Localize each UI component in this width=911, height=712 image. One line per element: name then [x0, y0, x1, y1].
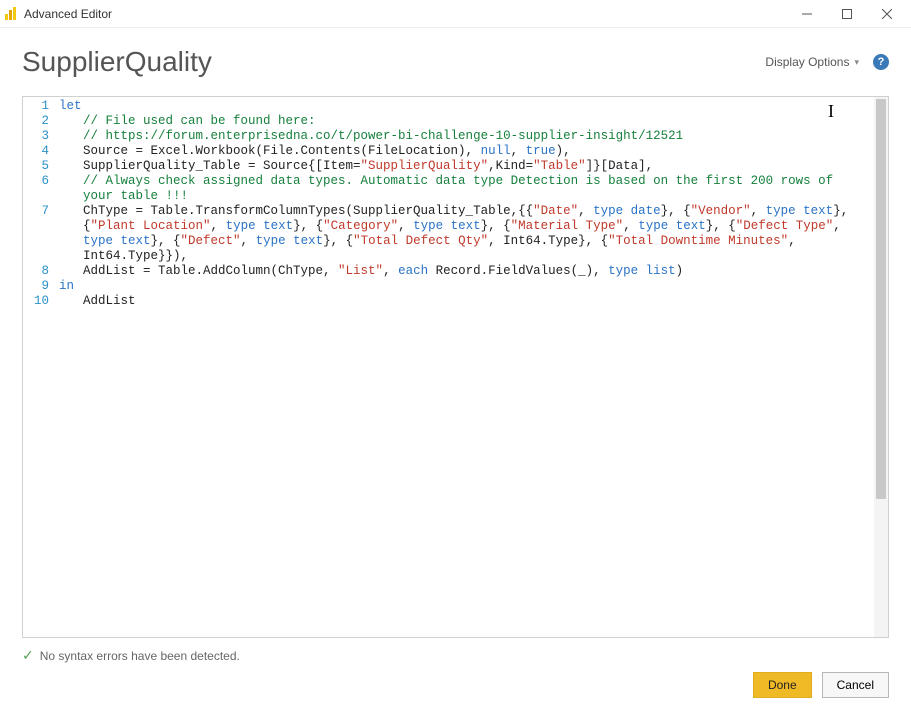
- display-options-label: Display Options: [765, 55, 849, 69]
- window-maximize-button[interactable]: [827, 0, 867, 28]
- cancel-label: Cancel: [837, 678, 874, 692]
- code-line: 6 // Always check assigned data types. A…: [23, 174, 874, 204]
- line-number: 3: [23, 129, 59, 144]
- query-name: SupplierQuality: [22, 46, 212, 78]
- header: SupplierQuality Display Options ▾ ?: [0, 28, 911, 88]
- code-area[interactable]: 1 let 2 // File used can be found here: …: [23, 97, 874, 311]
- cancel-button[interactable]: Cancel: [822, 672, 889, 698]
- window-minimize-button[interactable]: [787, 0, 827, 28]
- code-editor[interactable]: I 1 let 2 // File used can be found here…: [22, 96, 889, 638]
- line-number: 9: [23, 279, 59, 294]
- help-icon[interactable]: ?: [873, 54, 889, 70]
- code-line: 9 in: [23, 279, 874, 294]
- line-number: 10: [23, 294, 59, 309]
- line-number: 4: [23, 144, 59, 159]
- line-number: 8: [23, 264, 59, 279]
- scrollbar-thumb[interactable]: [876, 99, 886, 499]
- window-close-button[interactable]: [867, 0, 907, 28]
- code-line: 2 // File used can be found here:: [23, 114, 874, 129]
- display-options-dropdown[interactable]: Display Options ▾: [765, 55, 859, 69]
- check-icon: ✓: [22, 647, 34, 664]
- code-line: 8 AddList = Table.AddColumn(ChType, "Lis…: [23, 264, 874, 279]
- code-line: 4 Source = Excel.Workbook(File.Contents(…: [23, 144, 874, 159]
- chevron-down-icon: ▾: [854, 57, 859, 68]
- window-title: Advanced Editor: [24, 7, 112, 21]
- line-number: 5: [23, 159, 59, 174]
- footer: Done Cancel: [753, 672, 889, 698]
- text-cursor-icon: I: [828, 101, 834, 122]
- line-number: 7: [23, 204, 59, 219]
- done-button[interactable]: Done: [753, 672, 812, 698]
- line-number: 6: [23, 174, 59, 189]
- status-message: No syntax errors have been detected.: [40, 649, 240, 663]
- code-line: 10 AddList: [23, 294, 874, 309]
- code-line: 5 SupplierQuality_Table = Source{[Item="…: [23, 159, 874, 174]
- status-bar: ✓ No syntax errors have been detected.: [22, 647, 240, 664]
- titlebar: Advanced Editor: [0, 0, 911, 28]
- line-number: 2: [23, 114, 59, 129]
- code-line: 1 let: [23, 99, 874, 114]
- code-line: 3 // https://forum.enterprisedna.co/t/po…: [23, 129, 874, 144]
- code-line: 7 ChType = Table.TransformColumnTypes(Su…: [23, 204, 874, 264]
- help-glyph: ?: [878, 56, 885, 68]
- done-label: Done: [768, 678, 797, 692]
- app-icon: [4, 7, 18, 21]
- scrollbar-track[interactable]: [874, 97, 888, 637]
- line-number: 1: [23, 99, 59, 114]
